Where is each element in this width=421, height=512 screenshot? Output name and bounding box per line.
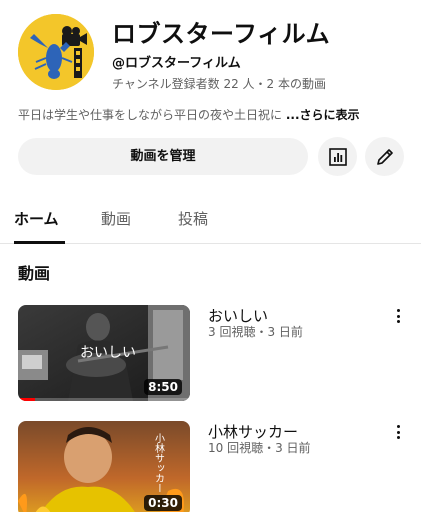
channel-tabs: ホーム 動画 投稿: [0, 196, 421, 244]
show-more-link[interactable]: ...さらに表示: [286, 108, 360, 122]
active-tab-indicator: [14, 241, 65, 244]
channel-description[interactable]: 平日は学生や仕事をしながら平日の夜や土日祝に ...さらに表示: [18, 106, 360, 123]
edit-channel-button[interactable]: [365, 137, 404, 176]
more-options-icon[interactable]: [390, 423, 406, 441]
analytics-button[interactable]: [318, 137, 357, 176]
video-item[interactable]: 小林サッカー 0:30 小林サッカー 10 回視聴・3 日前: [18, 421, 403, 512]
tab-videos[interactable]: 動画: [101, 208, 131, 229]
video-thumbnail[interactable]: おいしい 8:50: [18, 305, 190, 401]
lobster-film-logo-icon: [18, 14, 94, 90]
channel-name: ロブスターフィルム: [112, 20, 331, 48]
video-item[interactable]: おいしい 8:50 おいしい 3 回視聴・3 日前: [18, 305, 403, 405]
tab-posts[interactable]: 投稿: [178, 208, 208, 229]
video-meta: 3 回視聴・3 日前: [208, 325, 303, 339]
analytics-icon: [328, 147, 347, 166]
video-duration: 0:30: [144, 495, 182, 511]
video-thumbnail[interactable]: 小林サッカー 0:30: [18, 421, 190, 512]
channel-stats: チャンネル登録者数 22 人・2 本の動画: [112, 77, 326, 91]
more-options-icon[interactable]: [390, 307, 406, 325]
thumbnail-caption: 小林サッカー: [153, 433, 165, 493]
tab-home[interactable]: ホーム: [14, 208, 59, 229]
video-meta: 10 回視聴・3 日前: [208, 441, 311, 455]
channel-avatar[interactable]: [18, 14, 94, 90]
section-title: 動画: [18, 264, 51, 283]
watch-progress-fill: [18, 398, 36, 401]
description-text: 平日は学生や仕事をしながら平日の夜や土日祝に: [18, 108, 283, 122]
thumbnail-caption: おいしい: [80, 345, 136, 361]
watch-progress-bar: [18, 398, 190, 401]
video-duration: 8:50: [144, 379, 182, 395]
channel-handle: @ロブスターフィルム: [112, 56, 241, 71]
pencil-icon: [376, 148, 393, 165]
manage-videos-button[interactable]: 動画を管理: [18, 138, 308, 175]
